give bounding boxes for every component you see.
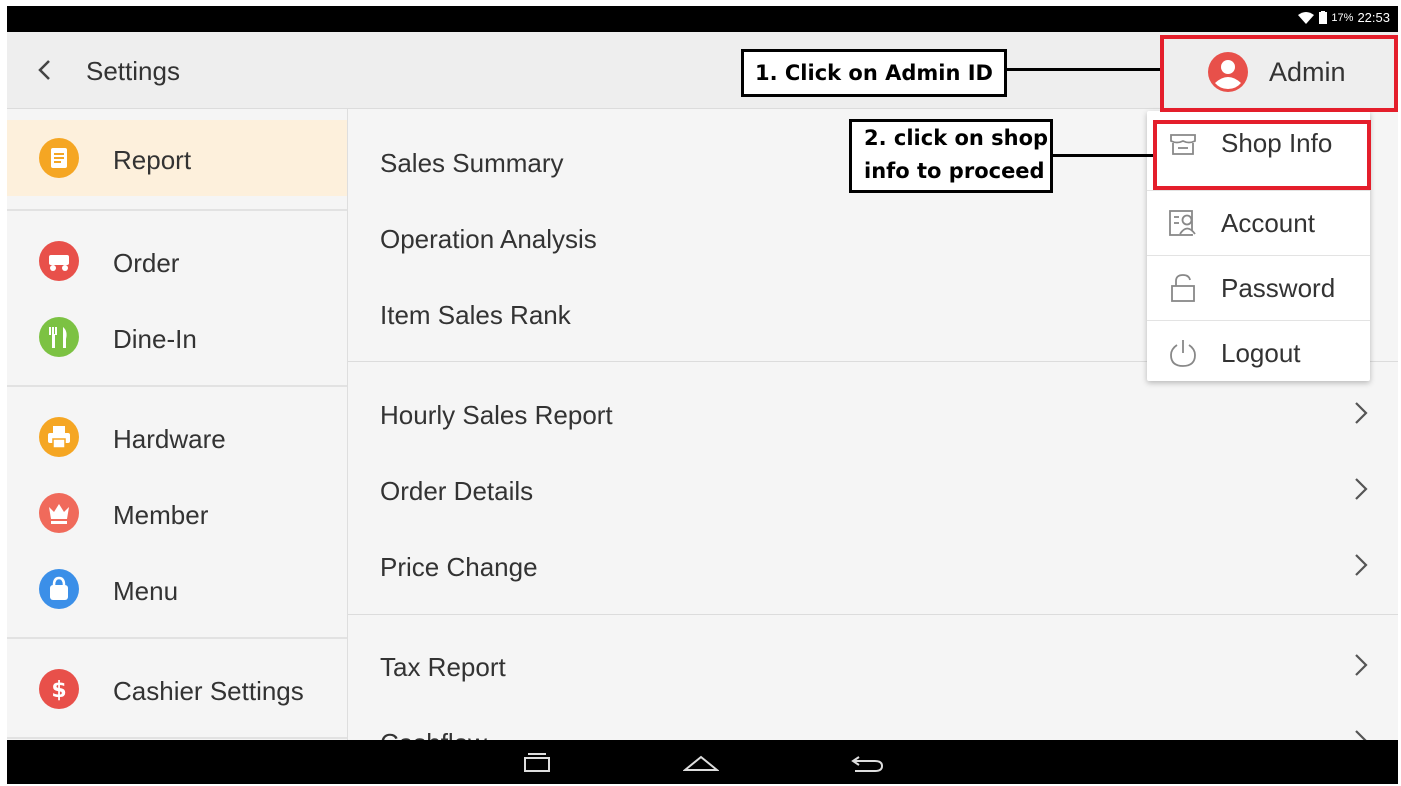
list-item-label: Order Details [380, 476, 534, 506]
order-icon [39, 241, 79, 281]
sidebar-item-member[interactable]: Member [7, 475, 347, 551]
sidebar-item-label: Order [113, 248, 180, 278]
power-icon [1170, 340, 1196, 367]
menu-item-label: Password [1221, 273, 1336, 303]
chevron-right-icon [1355, 654, 1368, 676]
step1-text: 1. Click on Admin ID [755, 61, 993, 85]
sidebar-item-label: Hardware [113, 424, 226, 454]
back-arrow-icon[interactable] [35, 58, 55, 82]
list-item-label: Price Change [380, 552, 538, 582]
list-divider [348, 614, 1398, 615]
menu-item-account[interactable]: Account [1147, 191, 1370, 255]
dollar-icon: $ [39, 669, 79, 709]
step2-text-line2: info to proceed [864, 159, 1045, 183]
sidebar-item-cashier-settings[interactable]: $ Cashier Settings [7, 651, 347, 727]
sidebar-divider [7, 737, 347, 739]
sidebar-item-menu[interactable]: Menu [7, 551, 347, 627]
sidebar-item-hardware[interactable]: Hardware [7, 399, 347, 475]
battery-icon [1319, 11, 1328, 24]
list-item-tax-report[interactable]: Tax Report [348, 627, 1398, 703]
recent-apps-icon[interactable] [519, 751, 555, 775]
sidebar-item-label: Cashier Settings [113, 676, 304, 706]
sidebar-item-label: Report [113, 145, 192, 175]
wifi-icon [1298, 11, 1315, 24]
account-icon [1169, 210, 1196, 236]
chevron-right-icon [1355, 402, 1368, 424]
list-item-hourly-sales-report[interactable]: Hourly Sales Report [348, 375, 1398, 451]
sidebar-divider [7, 209, 347, 211]
crown-icon [39, 493, 79, 533]
report-icon [39, 138, 79, 178]
fork-knife-icon [39, 317, 79, 357]
sidebar-divider [7, 637, 347, 639]
sidebar-item-label: Menu [113, 576, 179, 606]
sidebar-item-label: Dine-In [113, 324, 197, 354]
list-item-label: Item Sales Rank [380, 300, 571, 330]
chevron-right-icon [1355, 478, 1368, 500]
clock: 22:53 [1357, 10, 1390, 25]
sidebar: Report Order Dine-In Hardware Member Men… [7, 109, 348, 741]
menu-item-password[interactable]: Password [1147, 256, 1370, 320]
callout-connector [1053, 154, 1153, 157]
step2-callout: 2. click on shop info to proceed [849, 119, 1053, 193]
list-item-label: Tax Report [380, 652, 506, 682]
step2-text-line1: 2. click on shop [864, 126, 1049, 150]
list-item-label: Sales Summary [380, 148, 564, 178]
lock-icon [1171, 274, 1195, 302]
battery-level: 17% [1331, 11, 1354, 24]
svg-text:$: $ [51, 678, 66, 703]
system-nav-bar [7, 740, 1398, 784]
sidebar-divider [7, 385, 347, 387]
printer-icon [39, 417, 79, 457]
list-item-label: Hourly Sales Report [380, 400, 613, 430]
page-title: Settings [86, 56, 180, 86]
chevron-right-icon [1355, 554, 1368, 576]
sidebar-item-dine-in[interactable]: Dine-In [7, 299, 347, 375]
status-indicators: 17% 22:53 [1297, 10, 1390, 25]
menu-item-label: Account [1221, 208, 1315, 238]
status-bar: 17% 22:53 [7, 6, 1398, 32]
list-item-price-change[interactable]: Price Change [348, 527, 1398, 603]
admin-highlight-box [1160, 35, 1398, 112]
shop-info-highlight-box [1153, 120, 1371, 190]
home-icon[interactable] [683, 751, 719, 775]
back-icon[interactable] [849, 751, 885, 775]
menu-item-label: Logout [1221, 338, 1301, 368]
callout-connector [1001, 68, 1160, 71]
sidebar-item-label: Member [113, 500, 209, 530]
bag-icon [39, 569, 79, 609]
menu-item-logout[interactable]: Logout [1147, 321, 1370, 385]
sidebar-item-report[interactable]: Report [7, 120, 347, 196]
sidebar-item-order[interactable]: Order [7, 223, 347, 299]
list-item-label: Operation Analysis [380, 224, 597, 254]
step1-callout: 1. Click on Admin ID [741, 49, 1007, 97]
tablet-screen: 17% 22:53 Settings Admin Report Order Di… [7, 6, 1398, 784]
list-item-order-details[interactable]: Order Details [348, 451, 1398, 527]
